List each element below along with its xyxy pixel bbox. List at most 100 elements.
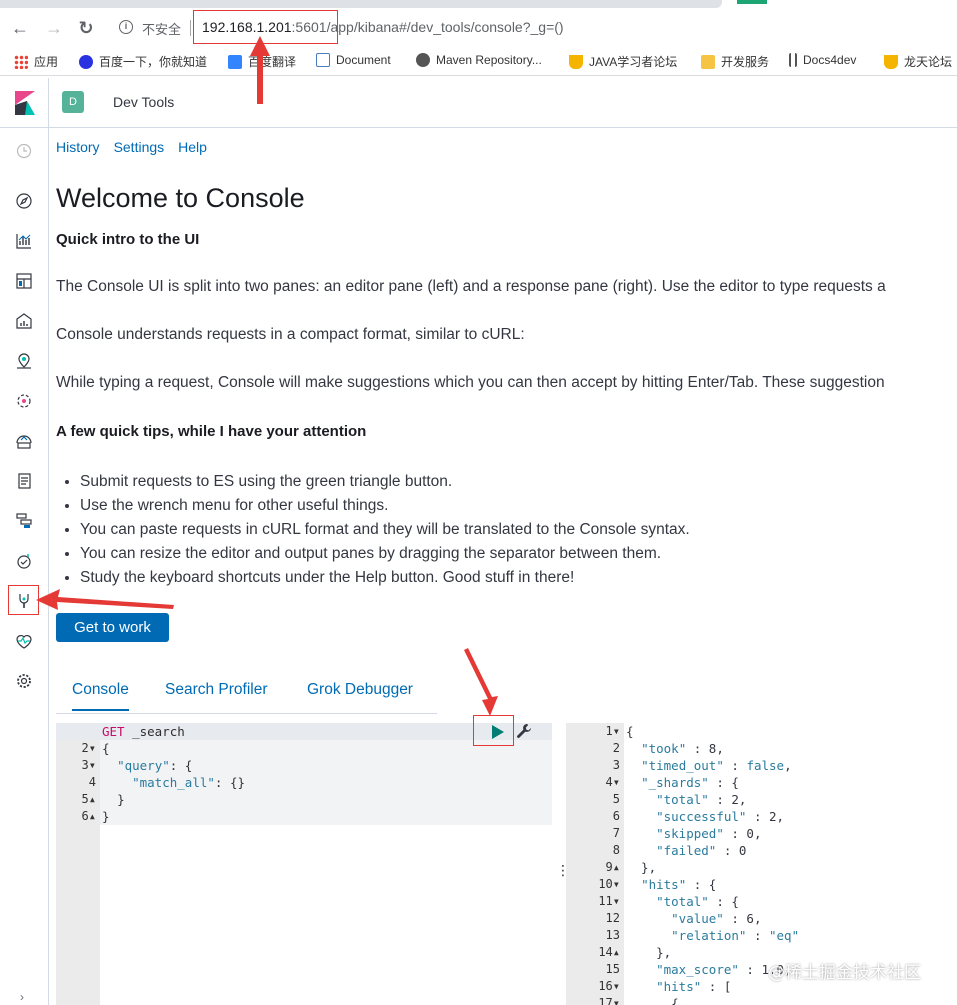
- uptime-icon[interactable]: [14, 551, 34, 571]
- infrastructure-icon[interactable]: [14, 431, 34, 451]
- info-icon[interactable]: i: [119, 20, 133, 34]
- browser-toolbar: ← → ↻ i 不安全 192.168.1.201:5601/app/kiban…: [0, 8, 957, 46]
- code-line: GET _search: [102, 723, 245, 740]
- space-avatar[interactable]: D: [62, 91, 84, 113]
- breadcrumb: Dev Tools: [113, 94, 175, 110]
- translate-icon: [228, 54, 242, 69]
- bookmark-docs4dev[interactable]: Docs4dev: [789, 53, 856, 67]
- apm-icon[interactable]: [14, 511, 34, 531]
- pane-resize-handle[interactable]: ⋮: [556, 862, 570, 879]
- bookmark-document[interactable]: Document: [316, 53, 391, 67]
- code-line: "query": {: [102, 757, 245, 774]
- intro-paragraph-2: Console understands requests in a compac…: [56, 326, 525, 343]
- json-punct: }: [117, 792, 125, 807]
- bookmark-longtian[interactable]: 龙天论坛: [884, 53, 952, 70]
- response-line: "total" : 2,: [656, 792, 747, 807]
- run-annotation-box: [473, 715, 514, 746]
- history-link[interactable]: History: [56, 139, 100, 155]
- code-line: }: [102, 791, 245, 808]
- dashboard-icon[interactable]: [14, 271, 34, 291]
- browser-active-tab[interactable]: [0, 0, 722, 8]
- watermark: @稀土掘金技术社区: [768, 963, 921, 983]
- stack-monitoring-icon[interactable]: [14, 631, 34, 651]
- tab-search-profiler[interactable]: Search Profiler: [165, 681, 268, 699]
- management-gear-icon[interactable]: [14, 671, 34, 691]
- bookmark-apps[interactable]: 应用: [14, 53, 58, 70]
- bookmark-baidu[interactable]: 百度一下，你就知道: [79, 53, 207, 70]
- line-number: 6▴: [81, 809, 96, 823]
- editor-gutter: 1 2▾ 3▾ 4 5▴ 6▴: [56, 723, 100, 1005]
- list-item: Study the keyboard shortcuts under the H…: [80, 566, 690, 590]
- bookmark-label: 龙天论坛: [904, 55, 953, 69]
- tab-console[interactable]: Console: [72, 681, 129, 711]
- response-line: "_shards" : {: [641, 775, 739, 790]
- response-line: },: [626, 860, 657, 875]
- line-number: 2▾: [81, 741, 96, 755]
- forward-button[interactable]: →: [44, 18, 64, 38]
- collapse-nav-icon[interactable]: ›: [20, 990, 24, 1004]
- settings-link[interactable]: Settings: [114, 139, 165, 155]
- get-to-work-button[interactable]: Get to work: [56, 613, 169, 642]
- json-key: "match_all": [132, 775, 215, 790]
- line-number: 15: [605, 962, 620, 976]
- trophy-icon: [884, 54, 898, 69]
- discover-compass-icon[interactable]: [14, 191, 34, 211]
- list-item: You can paste requests in cURL format an…: [80, 518, 690, 542]
- dev-tools-tabs: Console Search Profiler Grok Debugger: [56, 673, 437, 714]
- canvas-icon[interactable]: [14, 311, 34, 331]
- response-line: "successful" : 2,: [656, 809, 785, 824]
- bookmark-label: 应用: [34, 55, 59, 69]
- line-number: 17▾: [598, 996, 620, 1005]
- side-nav: ›: [0, 128, 49, 1005]
- response-line: "skipped" : 0,: [656, 826, 762, 841]
- list-item: Use the wrench menu for other useful thi…: [80, 494, 690, 518]
- reload-button[interactable]: ↻: [76, 18, 96, 38]
- json-punct: : {}: [214, 775, 246, 790]
- logs-icon[interactable]: [14, 471, 34, 491]
- visualize-chart-icon[interactable]: [14, 231, 34, 251]
- wrench-icon[interactable]: [516, 723, 532, 739]
- line-number: 5: [612, 792, 620, 806]
- line-number: 10▾: [598, 877, 620, 891]
- line-number: 16▾: [598, 979, 620, 993]
- trophy-icon: [569, 54, 583, 69]
- bookmark-maven[interactable]: Maven Repository...: [416, 53, 542, 67]
- recently-viewed-icon[interactable]: [14, 141, 34, 161]
- folder-icon: [701, 54, 715, 69]
- bookmark-label: Document: [336, 53, 391, 67]
- line-number: 7: [612, 826, 620, 840]
- request-code[interactable]: GET _search { "query": { "match_all": {}…: [102, 723, 245, 825]
- line-number: 12: [605, 911, 620, 925]
- code-line: {: [102, 741, 110, 756]
- back-button[interactable]: ←: [10, 18, 30, 38]
- line-number: 3▾: [81, 758, 96, 772]
- bookmark-label: Maven Repository...: [436, 53, 542, 67]
- json-punct: : {: [169, 758, 193, 773]
- request-method: GET: [102, 724, 125, 739]
- bookmark-label: 开发服务: [721, 55, 770, 69]
- tab-grok-debugger[interactable]: Grok Debugger: [307, 681, 413, 699]
- ml-icon[interactable]: [14, 391, 34, 411]
- kibana-header: D Dev Tools: [0, 78, 957, 128]
- line-number: 13: [605, 928, 620, 942]
- bookmark-label: JAVA学习者论坛: [589, 55, 678, 69]
- list-item: You can resize the editor and output pan…: [80, 542, 690, 566]
- baidu-paw-icon: [79, 54, 93, 69]
- help-link[interactable]: Help: [178, 139, 207, 155]
- response-line: "hits" : {: [641, 877, 717, 892]
- line-number: 5▴: [81, 792, 96, 806]
- line-number: 14▴: [598, 945, 620, 959]
- line-number: 4▾: [605, 775, 620, 789]
- line-number: 3: [612, 758, 620, 772]
- json-key: "query": [117, 758, 170, 773]
- maps-icon[interactable]: [14, 351, 34, 371]
- browser-tab-indicator: [737, 0, 767, 4]
- response-line: {: [626, 724, 634, 739]
- response-line: "total" : {: [656, 894, 739, 909]
- bookmark-java[interactable]: JAVA学习者论坛: [569, 53, 677, 70]
- bookmark-devservice[interactable]: 开发服务: [701, 53, 769, 70]
- bookmark-fanyi[interactable]: 百度翻译: [228, 53, 296, 70]
- kibana-logo-icon[interactable]: [13, 91, 35, 115]
- request-editor[interactable]: 1 2▾ 3▾ 4 5▴ 6▴ GET _search { "query": {…: [56, 723, 552, 1005]
- console-top-nav: History Settings Help: [56, 139, 207, 155]
